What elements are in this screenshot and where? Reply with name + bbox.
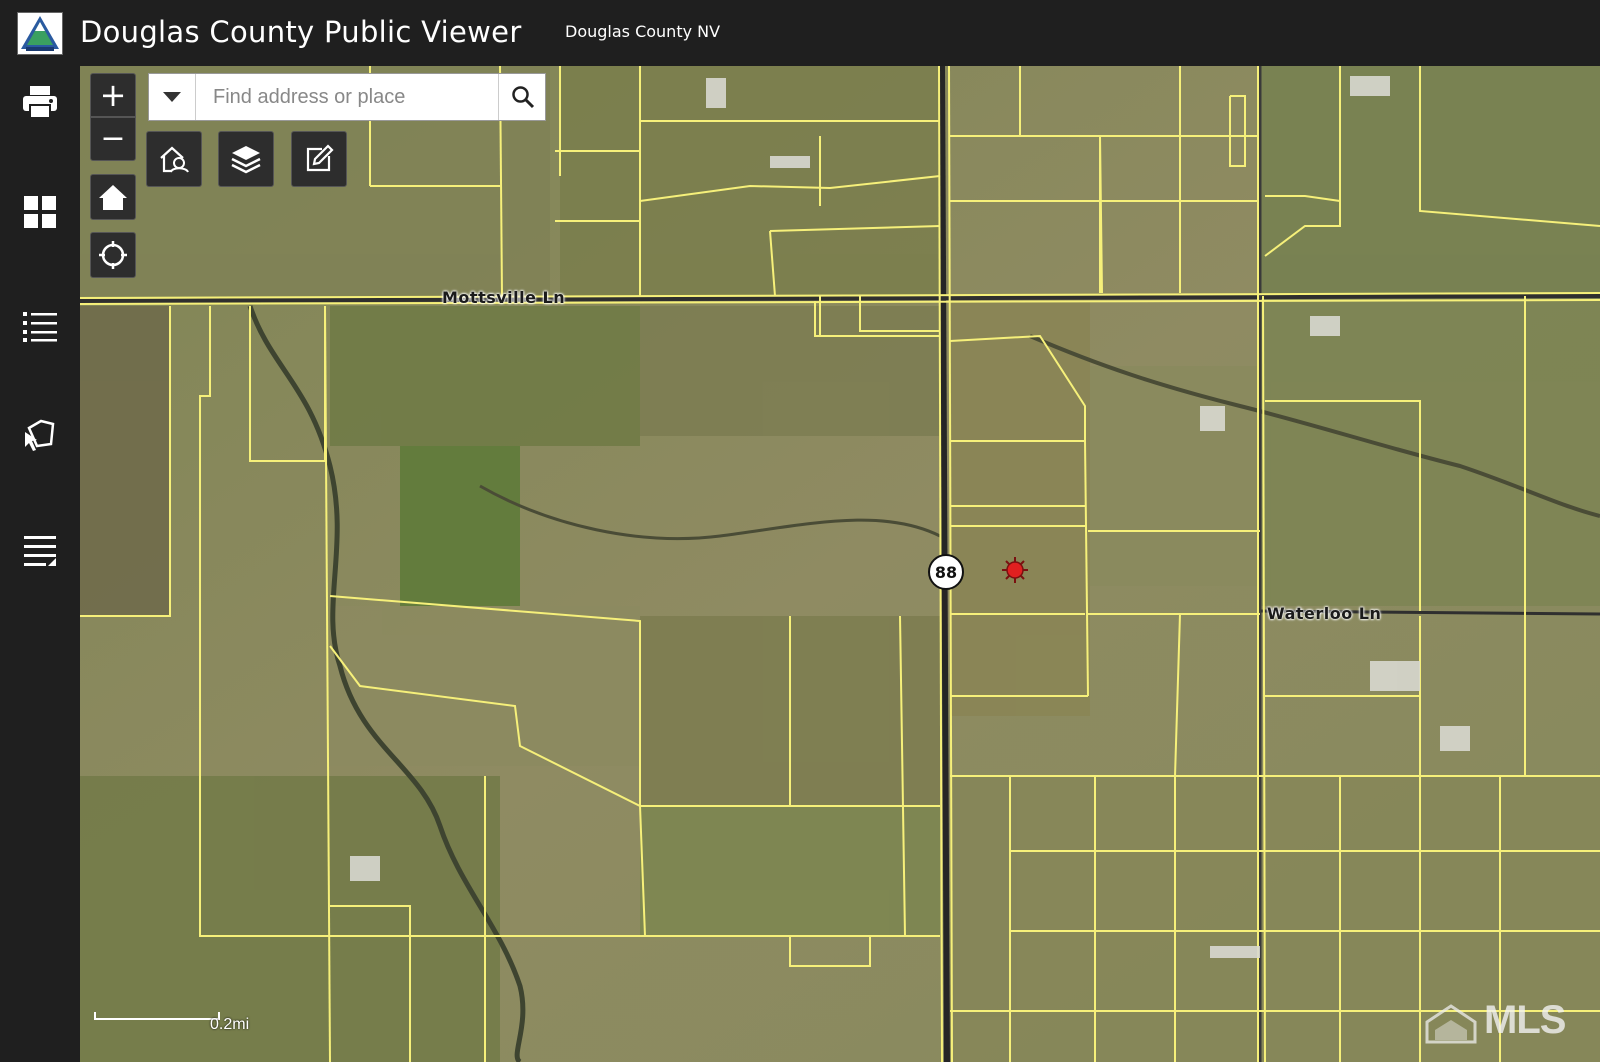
select-cursor-icon <box>25 419 55 451</box>
sidebar <box>0 66 80 1062</box>
basemap-gallery-button[interactable] <box>14 186 66 238</box>
zoom-out-label: − <box>100 121 126 156</box>
scale-bar <box>94 1012 220 1020</box>
map-view[interactable]: Mottsville Ln Waterloo Ln 88 + − Find ad… <box>80 66 1600 1062</box>
locate-button[interactable] <box>90 232 136 278</box>
road-label-waterloo: Waterloo Ln <box>1267 604 1382 623</box>
locate-crosshair-icon <box>99 241 127 269</box>
layers-icon <box>231 146 261 174</box>
table-list-icon <box>24 536 56 566</box>
attribute-table-button[interactable] <box>14 524 66 576</box>
list-icon <box>23 312 57 342</box>
highway-shield-label: 88 <box>934 562 958 582</box>
home-button[interactable] <box>90 174 136 220</box>
home-icon <box>99 185 127 210</box>
chevron-down-icon <box>163 92 181 102</box>
house-search-icon <box>160 146 189 173</box>
layers-button[interactable] <box>218 131 274 187</box>
zoom-in-label: + <box>99 76 127 114</box>
grid-icon <box>24 196 56 228</box>
highway-shield-88: 88 <box>928 554 964 590</box>
county-logo-icon <box>17 12 63 55</box>
search-input[interactable] <box>197 74 497 120</box>
app-subtitle: Douglas County NV <box>565 22 721 41</box>
legend-button[interactable] <box>14 300 66 352</box>
search-widget <box>148 73 546 121</box>
edit-button[interactable] <box>291 131 347 187</box>
search-source-dropdown[interactable] <box>149 74 196 120</box>
parcel-search-button[interactable] <box>146 131 202 187</box>
mls-watermark: MLS <box>1484 998 1566 1042</box>
app-header: Douglas County Public Viewer Douglas Cou… <box>0 0 1600 66</box>
search-icon <box>511 86 534 109</box>
app-title: Douglas County Public Viewer <box>80 15 522 49</box>
location-marker-icon[interactable] <box>1001 556 1029 584</box>
road-label-mottsville: Mottsville Ln <box>442 288 566 307</box>
edit-pencil-icon <box>306 144 334 172</box>
search-button[interactable] <box>498 74 546 120</box>
printer-icon <box>23 86 57 119</box>
zoom-out-button[interactable]: − <box>90 117 136 161</box>
print-button[interactable] <box>14 76 66 128</box>
aerial-imagery <box>80 66 1600 1062</box>
scale-label: 0.2mi <box>210 1016 250 1033</box>
zoom-in-button[interactable]: + <box>90 73 136 117</box>
select-button[interactable] <box>14 410 66 462</box>
